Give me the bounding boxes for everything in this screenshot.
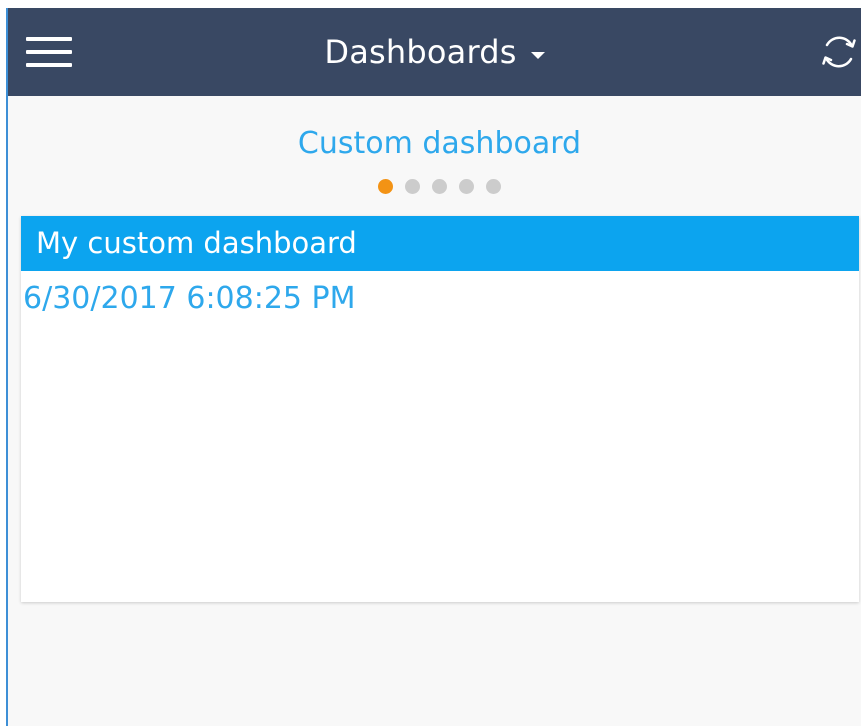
- dashboard-card[interactable]: My custom dashboard 6/30/2017 6:08:25 PM: [21, 216, 859, 602]
- carousel-dot-2[interactable]: [405, 179, 420, 194]
- card-title: My custom dashboard: [21, 216, 859, 271]
- dashboards-dropdown[interactable]: Dashboards: [8, 8, 861, 96]
- app-window: Dashboards Custom dashboard My custom da…: [6, 8, 861, 726]
- caret-down-icon: [530, 51, 545, 59]
- carousel-dot-3[interactable]: [432, 179, 447, 194]
- carousel-dot-1[interactable]: [378, 179, 393, 194]
- carousel-dot-4[interactable]: [459, 179, 474, 194]
- refresh-icon[interactable]: [817, 32, 861, 72]
- app-header: Dashboards: [8, 8, 861, 96]
- carousel-title: Custom dashboard: [297, 126, 582, 161]
- page-title: Dashboards: [324, 33, 517, 71]
- card-timestamp: 6/30/2017 6:08:25 PM: [23, 281, 356, 316]
- carousel-pagination: [378, 179, 501, 194]
- carousel-dot-5[interactable]: [486, 179, 501, 194]
